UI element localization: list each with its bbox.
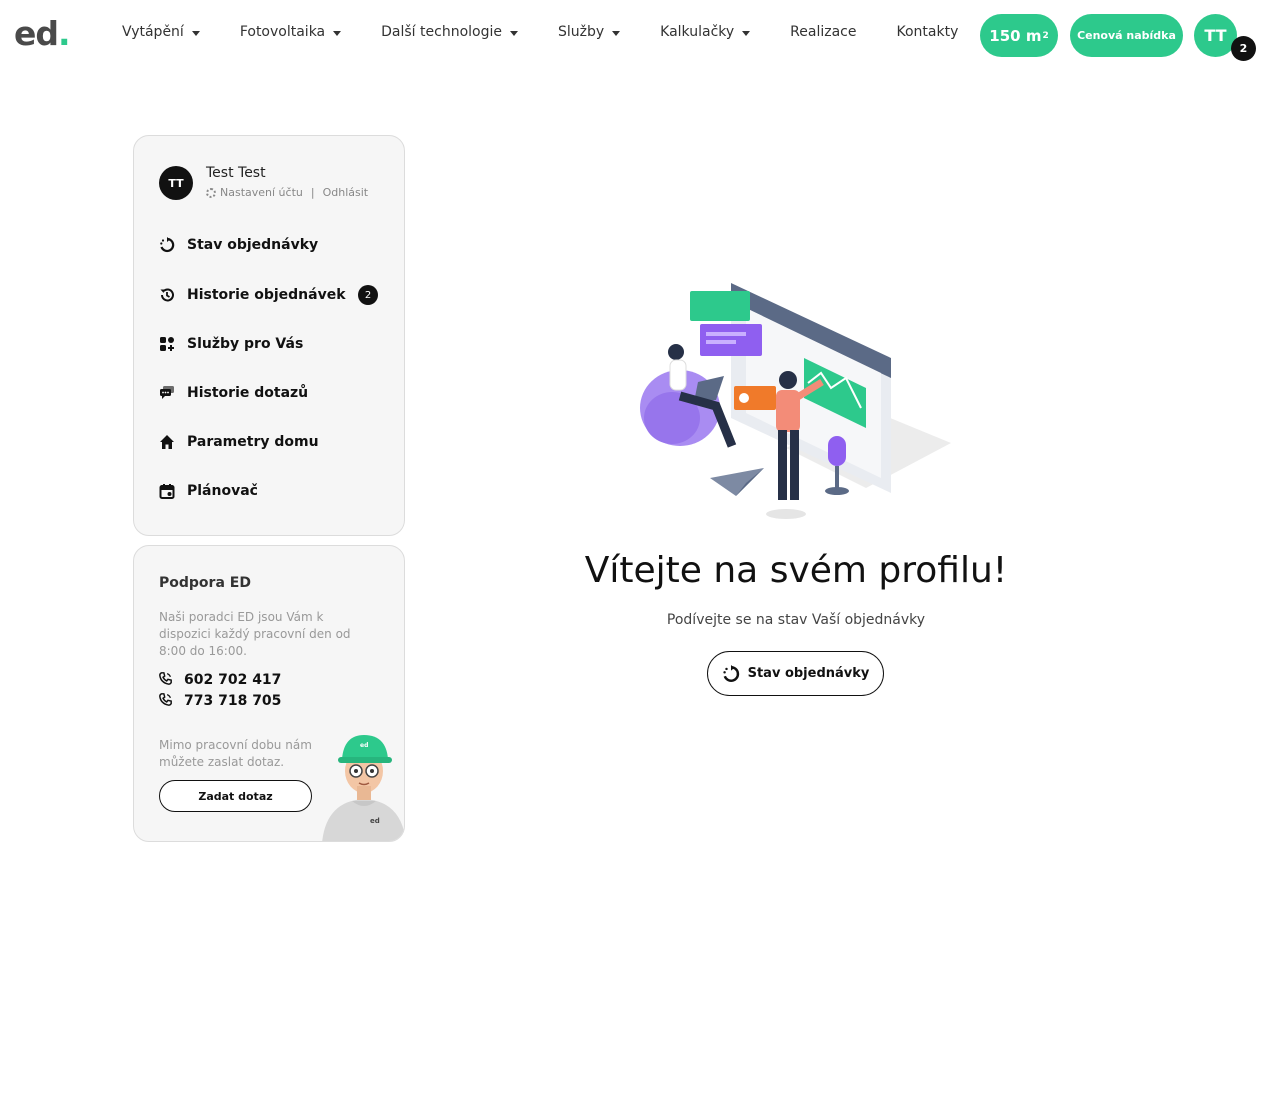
order-status-button-label: Stav objednávky xyxy=(747,666,870,681)
price-offer-button[interactable]: Cenová nabídka xyxy=(1070,14,1183,57)
phone-icon xyxy=(159,672,173,688)
page-subtitle: Podívejte se na stav Vaší objednávky xyxy=(666,612,926,628)
phone-number: 602 702 417 xyxy=(184,672,282,688)
support-card: Podpora ED Naši poradci ED jsou Vám k di… xyxy=(133,545,405,842)
menu-label: Historie objednávek xyxy=(187,287,346,303)
menu-label: Parametry domu xyxy=(187,434,319,450)
support-phone-1[interactable]: 602 702 417 xyxy=(159,672,281,688)
top-header: ed. Vytápění Fotovoltaika Další technolo… xyxy=(0,0,1263,72)
menu-item-house-parameters[interactable]: Parametry domu xyxy=(159,434,319,450)
nav-label: Další technologie xyxy=(381,24,502,40)
caret-down-icon xyxy=(612,30,621,36)
home-icon xyxy=(159,434,175,450)
main-nav: Vytápění Fotovoltaika Další technologie … xyxy=(122,24,998,40)
nav-label: Služby xyxy=(557,24,605,40)
nav-item-kontakty[interactable]: Kontakty xyxy=(896,24,958,40)
nav-label: Kontakty xyxy=(896,24,959,40)
menu-item-planner[interactable]: Plánovač xyxy=(159,483,258,499)
menu-label: Historie dotazů xyxy=(187,385,309,401)
user-name: Test Test xyxy=(206,165,266,181)
nav-item-fotovoltaika[interactable]: Fotovoltaika xyxy=(239,24,342,40)
notification-badge: 2 xyxy=(1231,36,1256,61)
menu-item-order-status[interactable]: Stav objednávky xyxy=(159,237,318,253)
menu-label: Služby pro Vás xyxy=(187,336,304,352)
gear-icon xyxy=(206,187,216,198)
support-phone-2[interactable]: 773 718 705 xyxy=(159,693,281,709)
hoodie-label: ed xyxy=(370,817,380,825)
nav-label: Kalkulačky xyxy=(660,24,735,40)
after-hours-text: Mimo pracovní dobu nám můžete zaslat dot… xyxy=(159,738,312,769)
support-hours-text: Naši poradci ED jsou Vám k dispozici kaž… xyxy=(159,610,351,658)
logo[interactable]: ed. xyxy=(14,14,71,53)
order-status-button[interactable]: Stav objednávky xyxy=(707,651,884,696)
chat-icon xyxy=(159,385,175,401)
area-unit-sup: 2 xyxy=(1042,30,1049,41)
support-title: Podpora ED xyxy=(159,575,251,591)
nav-item-dalsi-technologie[interactable]: Další technologie xyxy=(381,24,518,40)
nav-item-sluzby[interactable]: Služby xyxy=(557,24,621,40)
link-separator: | xyxy=(310,186,315,199)
order-status-icon xyxy=(159,237,175,253)
nav-label: Realizace xyxy=(790,24,857,40)
nav-label: Fotovoltaika xyxy=(239,24,326,40)
menu-item-services[interactable]: Služby pro Vás xyxy=(159,336,303,352)
phone-icon xyxy=(159,693,173,709)
menu-label: Plánovač xyxy=(187,483,258,499)
account-settings-link[interactable]: Nastavení účtu xyxy=(220,186,303,199)
account-menu-card: TT Test Test Nastavení účtu | Odhlásit S… xyxy=(133,135,405,536)
caret-down-icon xyxy=(333,30,342,36)
avatar: TT xyxy=(159,166,193,200)
nav-item-realizace[interactable]: Realizace xyxy=(790,24,856,40)
logo-text: ed xyxy=(14,14,59,53)
advisor-mascot-illustration: ed ed xyxy=(322,735,404,841)
caret-down-icon xyxy=(509,30,518,36)
logout-link[interactable]: Odhlásit xyxy=(323,186,369,199)
nav-item-vytapeni[interactable]: Vytápění xyxy=(122,24,200,40)
history-icon xyxy=(159,287,175,303)
caret-down-icon xyxy=(742,30,751,36)
calendar-icon xyxy=(159,483,175,499)
ask-question-button[interactable]: Zadat dotaz xyxy=(159,780,312,812)
menu-item-inquiry-history[interactable]: Historie dotazů xyxy=(159,385,308,401)
welcome-illustration xyxy=(640,283,951,519)
logo-dot: . xyxy=(58,14,71,53)
helmet-label: ed xyxy=(360,742,368,749)
nav-label: Vytápění xyxy=(122,24,184,40)
house-area-button[interactable]: 150 m2 xyxy=(980,14,1058,57)
caret-down-icon xyxy=(191,30,200,36)
user-links: Nastavení účtu | Odhlásit xyxy=(206,186,368,199)
phone-number: 773 718 705 xyxy=(184,693,282,709)
page-title: Vítejte na svém profilu! xyxy=(584,550,1008,591)
order-history-badge: 2 xyxy=(358,285,378,305)
order-status-icon xyxy=(722,664,740,683)
services-grid-icon xyxy=(159,336,175,352)
menu-item-order-history[interactable]: Historie objednávek xyxy=(159,287,346,303)
area-label: 150 m xyxy=(989,26,1042,45)
menu-label: Stav objednávky xyxy=(187,237,319,253)
nav-item-kalkulacky[interactable]: Kalkulačky xyxy=(660,24,751,40)
